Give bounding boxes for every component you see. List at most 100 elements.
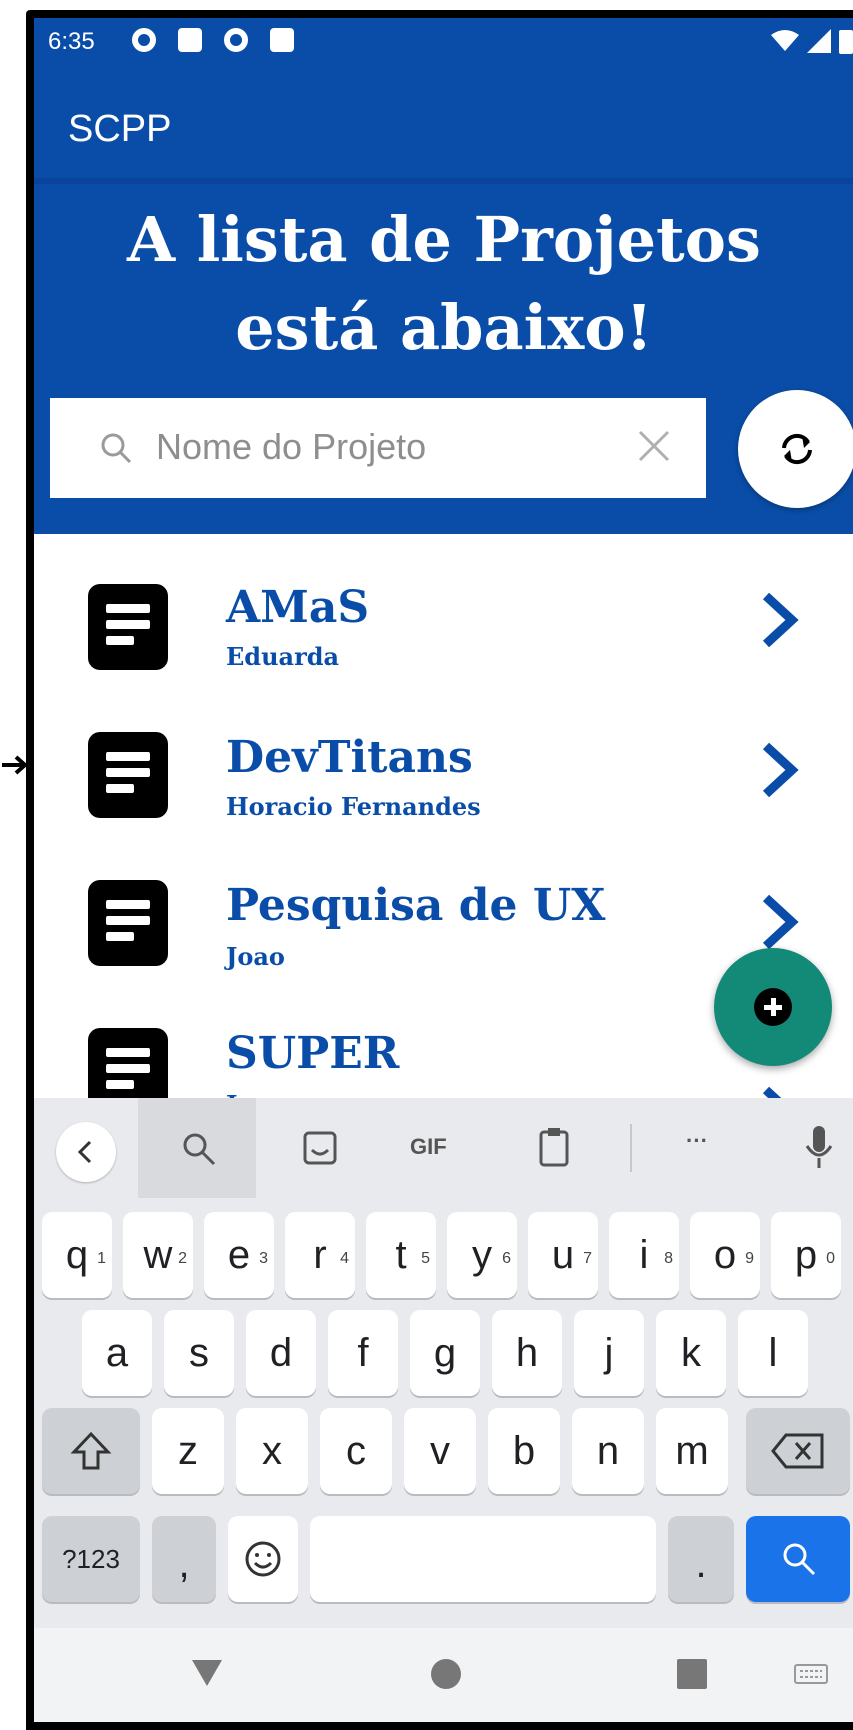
key-number-hint: 9 <box>745 1250 754 1267</box>
back-nav-icon[interactable] <box>192 1660 222 1686</box>
frame-border-left <box>26 10 34 1730</box>
document-icon <box>88 584 168 670</box>
home-nav-icon[interactable] <box>430 1658 462 1690</box>
signal-icon <box>807 29 831 53</box>
shift-icon <box>70 1431 112 1470</box>
project-name: SUPER <box>226 1028 400 1079</box>
key-number-hint: 4 <box>340 1250 349 1267</box>
list-item[interactable]: DevTitans Horacio Fernandes <box>34 684 853 834</box>
refresh-icon <box>782 433 812 465</box>
key-y[interactable]: y6 <box>447 1212 517 1298</box>
device: 6:35 SCPP A lista de Projetos está abaix… <box>0 0 853 1730</box>
gif-button[interactable]: GIF <box>410 1134 447 1160</box>
refresh-button[interactable] <box>738 390 853 508</box>
add-project-button[interactable] <box>714 948 832 1066</box>
period-key[interactable]: . <box>668 1516 734 1602</box>
key-b[interactable]: b <box>488 1408 560 1494</box>
key-p[interactable]: p0 <box>771 1212 841 1298</box>
search-action-key[interactable] <box>746 1516 850 1602</box>
key-number-hint: 3 <box>259 1250 268 1267</box>
status-time: 6:35 <box>48 28 95 55</box>
microphone-icon[interactable] <box>804 1124 834 1170</box>
key-number-hint: 7 <box>583 1250 592 1267</box>
key-label: w <box>143 1233 173 1277</box>
chevron-right-icon <box>762 894 799 950</box>
key-j[interactable]: j <box>574 1310 644 1396</box>
key-label: r <box>313 1233 327 1277</box>
key-number-hint: 8 <box>664 1250 673 1267</box>
key-k[interactable]: k <box>656 1310 726 1396</box>
recents-nav-icon[interactable] <box>676 1658 708 1690</box>
sd-card-notification-icon <box>270 28 294 52</box>
keyboard-suggestion-bar: GIF ··· <box>34 1098 853 1198</box>
key-w[interactable]: w2 <box>123 1212 193 1298</box>
search-icon <box>101 433 132 464</box>
keyboard-switch-icon[interactable] <box>794 1664 828 1684</box>
backspace-key[interactable] <box>746 1408 850 1494</box>
key-number-hint: 5 <box>421 1250 430 1267</box>
key-label: y <box>472 1233 492 1277</box>
key-q[interactable]: q1 <box>42 1212 112 1298</box>
project-owner: Horacio Fernandes <box>226 792 481 821</box>
emoji-key[interactable] <box>228 1516 298 1602</box>
key-label: u <box>551 1233 575 1277</box>
key-e[interactable]: e3 <box>204 1212 274 1298</box>
page-headline: A lista de Projetos está abaixo! <box>127 203 761 364</box>
symbols-key[interactable]: ?123 <box>42 1516 140 1602</box>
more-options-button[interactable]: ··· <box>686 1128 708 1154</box>
settings-notification-icon <box>132 28 156 52</box>
app-bar-divider <box>34 178 853 184</box>
keyboard-back-button[interactable] <box>56 1122 116 1182</box>
key-o[interactable]: o9 <box>690 1212 760 1298</box>
soft-keyboard: GIF ··· ?123 , . q 1 w 2 e 3 r 4 t 5 y 6… <box>34 1098 853 1628</box>
shift-key[interactable] <box>42 1408 140 1494</box>
key-n[interactable]: n <box>572 1408 644 1494</box>
close-icon[interactable] <box>636 428 672 464</box>
frame-border-top <box>26 10 853 18</box>
clipboard-icon[interactable] <box>538 1126 570 1168</box>
list-item[interactable]: Pesquisa de UX Joao <box>34 834 853 984</box>
key-c[interactable]: c <box>320 1408 392 1494</box>
key-s[interactable]: s <box>164 1310 234 1396</box>
emoji-icon <box>245 1541 281 1577</box>
space-key[interactable] <box>310 1516 656 1602</box>
key-d[interactable]: d <box>246 1310 316 1396</box>
wifi-icon <box>771 30 799 51</box>
key-f[interactable]: f <box>328 1310 398 1396</box>
app-title: SCPP <box>68 108 172 150</box>
shield-notification-icon <box>224 28 248 52</box>
search-input[interactable]: Nome do Projeto <box>50 398 706 498</box>
chevron-right-icon <box>762 742 799 798</box>
document-icon <box>88 732 168 818</box>
key-x[interactable]: x <box>236 1408 308 1494</box>
key-h[interactable]: h <box>492 1310 562 1396</box>
key-number-hint: 1 <box>97 1250 106 1267</box>
header: 6:35 SCPP A lista de Projetos está abaix… <box>34 18 853 534</box>
key-label: p <box>794 1233 818 1277</box>
key-l[interactable]: l <box>738 1310 808 1396</box>
project-owner: Eduarda <box>226 642 340 671</box>
comma-key[interactable]: , <box>152 1516 216 1602</box>
key-u[interactable]: u7 <box>528 1212 598 1298</box>
sticker-icon[interactable] <box>302 1130 338 1166</box>
project-owner: Joao <box>226 942 285 971</box>
key-label: o <box>713 1233 737 1277</box>
key-a[interactable]: a <box>82 1310 152 1396</box>
key-label: t <box>395 1233 407 1277</box>
key-r[interactable]: r4 <box>285 1212 355 1298</box>
key-i[interactable]: i8 <box>609 1212 679 1298</box>
key-label: q <box>65 1233 89 1277</box>
list-item[interactable]: AMaS Eduarda <box>34 534 853 684</box>
search-placeholder: Nome do Projeto <box>156 426 427 467</box>
keyboard-search-icon[interactable] <box>180 1130 218 1168</box>
key-m[interactable]: m <box>656 1408 728 1494</box>
key-z[interactable]: z <box>152 1408 224 1494</box>
key-number-hint: 0 <box>826 1250 835 1267</box>
key-v[interactable]: v <box>404 1408 476 1494</box>
key-g[interactable]: g <box>410 1310 480 1396</box>
search-icon <box>783 1543 816 1576</box>
status-right-icons <box>771 28 853 54</box>
key-label: i <box>639 1233 649 1277</box>
suggestion-divider <box>630 1124 632 1172</box>
key-t[interactable]: t5 <box>366 1212 436 1298</box>
